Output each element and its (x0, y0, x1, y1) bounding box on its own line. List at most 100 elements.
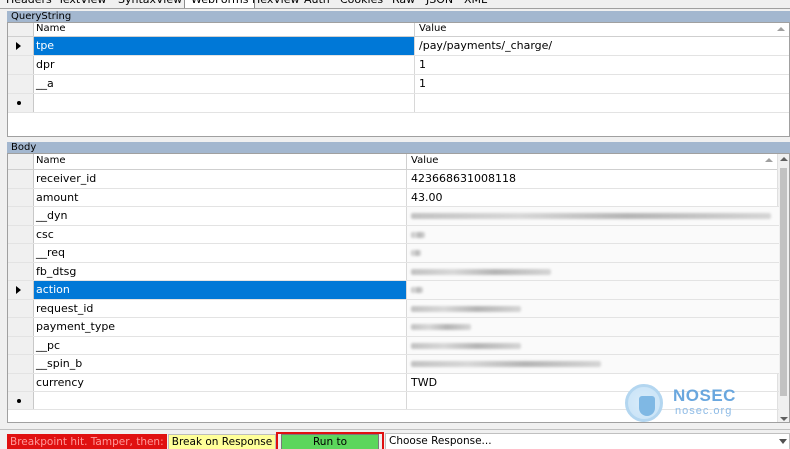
body-row[interactable]: __spin_b (8, 355, 779, 374)
param-value-cell[interactable]: 43.00 (407, 189, 779, 207)
redacted-value (411, 342, 521, 349)
param-value-cell[interactable] (407, 207, 779, 225)
param-name-cell[interactable]: request_id (34, 299, 407, 317)
row-selector[interactable] (8, 244, 34, 262)
param-value-cell[interactable]: 1 (415, 75, 789, 93)
nosec-logo: NOSEC nosec.org (625, 384, 745, 422)
body-section-title: Body (7, 142, 790, 153)
body-col-value[interactable]: Value (407, 154, 779, 169)
redacted-value (411, 250, 421, 256)
run-to-completion-button[interactable]: Run to Completion (281, 434, 379, 449)
row-selector[interactable] (8, 56, 34, 74)
param-name-cell[interactable]: amount (34, 188, 407, 206)
row-selector[interactable] (8, 373, 34, 391)
tab-syntaxview[interactable]: SyntaxView (112, 0, 188, 8)
param-name-cell[interactable] (34, 392, 407, 409)
tab-auth[interactable]: Auth (298, 0, 336, 8)
tab-raw[interactable]: Raw (386, 0, 421, 8)
current-row-icon (16, 42, 21, 50)
querystring-row[interactable]: dpr 1 (8, 56, 789, 75)
shield-icon (639, 396, 655, 416)
param-value-cell[interactable] (407, 355, 779, 373)
body-col-name[interactable]: Name (34, 154, 407, 169)
row-selector[interactable] (8, 37, 34, 55)
body-row[interactable]: csc (8, 225, 779, 244)
break-on-response-button[interactable]: Break on Response (168, 434, 276, 449)
row-selector[interactable] (8, 188, 34, 206)
param-name-cell[interactable]: __a (34, 75, 415, 93)
row-selector[interactable] (8, 392, 34, 409)
param-name-cell[interactable]: csc (34, 225, 407, 243)
param-value-cell[interactable]: /pay/payments/_charge/ (415, 37, 789, 55)
body-row[interactable]: fb_dtsg (8, 262, 779, 281)
param-name-cell[interactable]: dpr (34, 56, 415, 74)
param-value-cell[interactable] (407, 318, 779, 336)
param-value-cell[interactable]: 1 (415, 56, 789, 74)
querystring-row[interactable]: tpe/pay/payments/_charge/ (8, 37, 789, 56)
param-name-cell[interactable] (34, 94, 415, 112)
body-row[interactable]: amount 43.00 (8, 188, 779, 207)
param-name-cell[interactable]: payment_type (34, 318, 407, 336)
querystring-new-row[interactable] (8, 94, 789, 113)
scroll-down-icon[interactable] (780, 417, 788, 421)
logo-circle (625, 384, 663, 422)
row-selector[interactable] (8, 207, 34, 225)
tab-webforms[interactable]: WebForms (184, 0, 256, 8)
logo-domain: nosec.org (675, 405, 733, 417)
param-value-cell[interactable] (407, 281, 779, 299)
scroll-up-icon[interactable] (780, 157, 788, 161)
param-value-cell[interactable] (407, 336, 779, 354)
param-value-cell[interactable] (407, 262, 779, 280)
body-row[interactable]: __pc (8, 336, 779, 355)
body-row[interactable]: receiver_id 423668631008118 (8, 170, 779, 189)
chevron-down-icon[interactable] (779, 439, 787, 444)
tab-xml[interactable]: XML (458, 0, 493, 8)
new-row-icon (17, 101, 21, 105)
param-name-cell[interactable]: __pc (34, 336, 407, 354)
row-selector[interactable] (8, 318, 34, 336)
row-selector[interactable] (8, 355, 34, 373)
new-row-icon (17, 398, 21, 403)
param-name-cell[interactable]: __dyn (34, 207, 407, 225)
param-name-cell[interactable]: receiver_id (34, 170, 407, 188)
param-name-cell[interactable]: action (34, 281, 407, 299)
row-selector[interactable] (8, 225, 34, 243)
param-value-cell[interactable] (407, 225, 779, 243)
param-name-cell[interactable]: fb_dtsg (34, 262, 407, 280)
body-row[interactable]: request_id (8, 299, 779, 318)
querystring-row[interactable]: __a 1 (8, 75, 789, 94)
row-selector[interactable] (8, 281, 34, 299)
row-selector[interactable] (8, 299, 34, 317)
param-name-cell[interactable]: currency (34, 373, 407, 391)
param-name-cell[interactable]: __req (34, 244, 407, 262)
row-selector[interactable] (8, 262, 34, 280)
redacted-value (411, 305, 521, 312)
scrollbar-thumb[interactable] (780, 168, 787, 396)
row-selector-header (8, 23, 34, 36)
tab-cookies[interactable]: Cookies (334, 0, 389, 8)
body-row[interactable]: payment_type (8, 318, 779, 337)
querystring-col-value[interactable]: Value (415, 23, 789, 36)
body-row[interactable]: __req (8, 244, 779, 263)
param-name-cell[interactable]: __spin_b (34, 355, 407, 373)
body-row[interactable]: action (8, 281, 779, 300)
tab-json[interactable]: JSON (420, 0, 459, 8)
param-value-cell[interactable] (415, 94, 789, 112)
param-value-cell[interactable] (407, 299, 779, 317)
param-name-cell[interactable]: tpe (34, 37, 415, 55)
breakpoint-status: Breakpoint hit. Tamper, then: (7, 434, 167, 449)
row-selector[interactable] (8, 94, 34, 112)
row-selector[interactable] (8, 336, 34, 354)
tab-hexview[interactable]: HexView (246, 0, 305, 8)
row-selector[interactable] (8, 75, 34, 93)
choose-response-select[interactable]: Choose Response... (385, 433, 790, 449)
redacted-value (411, 231, 425, 238)
querystring-col-name[interactable]: Name (34, 23, 415, 36)
querystring-grid: Name Value tpe/pay/payments/_charge/dpr 1… (7, 22, 790, 137)
tab-headers[interactable]: Headers (0, 0, 58, 8)
tab-textview[interactable]: TextView (52, 0, 112, 8)
row-selector[interactable] (8, 170, 34, 188)
param-value-cell[interactable] (407, 244, 779, 262)
param-value-cell[interactable]: 423668631008118 (407, 170, 779, 188)
body-row[interactable]: __dyn (8, 207, 779, 226)
